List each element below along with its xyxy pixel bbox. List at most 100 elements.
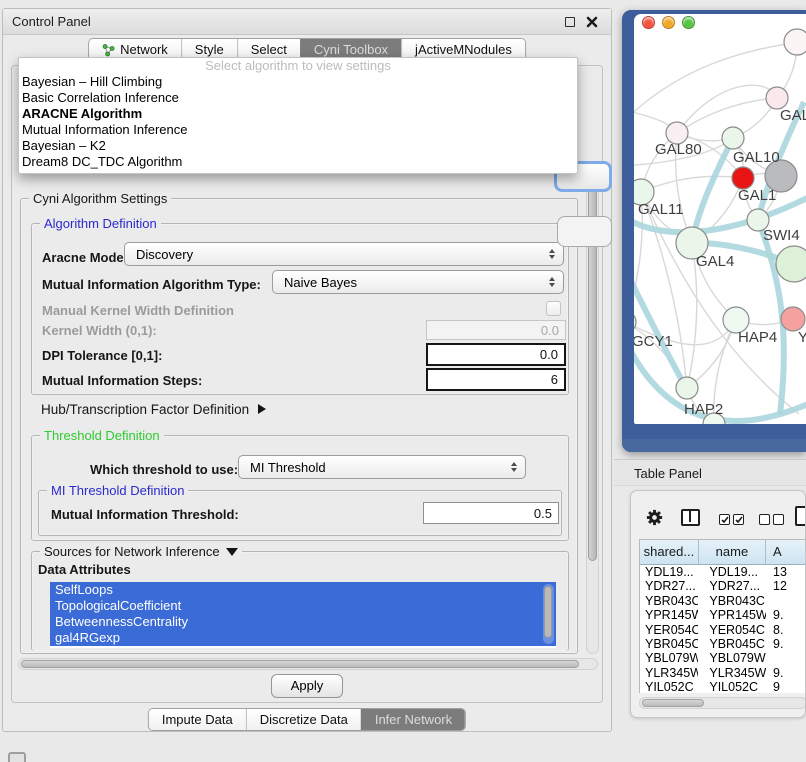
mi-steps-label: Mutual Information Steps: xyxy=(42,373,202,388)
table-row[interactable]: YPR145WYPR145W9. xyxy=(640,608,806,622)
network-node[interactable] xyxy=(781,307,805,331)
network-node[interactable] xyxy=(776,246,806,282)
network-edge[interactable] xyxy=(641,192,687,388)
dpi-tolerance-value: 0.0 xyxy=(540,347,558,362)
node-attribute-table[interactable]: shared... name A YDL19...YDL19...13YDR27… xyxy=(639,539,806,693)
table-row[interactable]: YER054CYER054C8. xyxy=(640,623,806,637)
minimize-window-icon[interactable] xyxy=(662,16,675,29)
list-scrollbar[interactable] xyxy=(543,584,554,644)
attribute-item-selected[interactable]: BetweennessCentrality xyxy=(50,614,556,630)
table-cell: 9. xyxy=(766,608,806,622)
toggle-columns-button[interactable] xyxy=(681,509,700,526)
mi-threshold-field[interactable]: 0.5 xyxy=(423,502,559,524)
algorithm-item[interactable]: Basic Correlation Inference xyxy=(19,90,577,106)
data-attributes-list[interactable]: SelfLoopsTopologicalCoefficientBetweenne… xyxy=(50,582,556,648)
close-window-icon[interactable] xyxy=(642,16,655,29)
desktop: { "colors": { "selection_blue": "#3b6bd6… xyxy=(0,0,806,762)
scrollbar-thumb[interactable] xyxy=(642,699,704,707)
network-node[interactable] xyxy=(676,377,698,399)
table-cell: YBR043C xyxy=(640,594,698,608)
manual-kernel-checkbox[interactable] xyxy=(546,301,561,316)
network-node[interactable] xyxy=(766,87,788,109)
table-settings-button[interactable] xyxy=(645,508,664,532)
table-selection-combo-partial[interactable] xyxy=(557,216,612,247)
network-node[interactable] xyxy=(784,29,806,55)
algorithm-item[interactable]: Bayesian – K2 xyxy=(19,138,577,154)
deselect-all-button[interactable] xyxy=(759,512,787,530)
apply-button[interactable]: Apply xyxy=(271,674,343,698)
mi-steps-field[interactable]: 6 xyxy=(426,368,566,391)
network-canvas[interactable]: GAL80GALGAL10GAL1GAL11SWI4GAL4GCY1HAP4YH… xyxy=(634,14,806,424)
network-edge[interactable] xyxy=(677,85,777,133)
scrollbar-thumb[interactable] xyxy=(21,660,579,668)
network-edge[interactable] xyxy=(634,42,797,126)
network-node[interactable] xyxy=(732,167,754,189)
dpi-tolerance-field[interactable]: 0.0 xyxy=(426,343,566,366)
attribute-item-selected[interactable]: gal4RGexp xyxy=(50,630,556,646)
tab-infer-network[interactable]: Infer Network xyxy=(361,709,465,730)
table-row[interactable]: YBR045CYBR045C9. xyxy=(640,637,806,651)
table-row[interactable]: YDR27...YDR27...12 xyxy=(640,579,806,593)
tab-impute-data[interactable]: Impute Data xyxy=(149,709,246,730)
mi-threshold-value: 0.5 xyxy=(534,506,552,521)
new-table-button[interactable] xyxy=(795,506,806,526)
table-row[interactable]: YBR043CYBR043C xyxy=(640,594,806,608)
table-body: YDL19...YDL19...13YDR27...YDR27...12YBR0… xyxy=(640,565,806,693)
attribute-item-selected[interactable]: SelfLoops xyxy=(50,582,556,598)
select-all-button[interactable] xyxy=(719,512,747,530)
threshold-definition-group: Threshold Definition Which threshold to … xyxy=(31,435,569,541)
algorithm-item[interactable]: ARACNE Algorithm xyxy=(19,106,577,122)
algorithm-item[interactable]: Dream8 DC_TDC Algorithm xyxy=(19,154,577,170)
hub-definition-label: Hub/Transcription Factor Definition xyxy=(41,402,249,417)
algorithm-item[interactable]: Bayesian – Hill Climbing xyxy=(19,74,577,90)
mi-type-value: Naive Bayes xyxy=(284,275,357,290)
table-row[interactable]: YLR345WYLR345W9. xyxy=(640,666,806,680)
list-scrollbar-thumb[interactable] xyxy=(544,586,552,638)
tab-label: Impute Data xyxy=(162,712,233,727)
cyni-algorithm-settings-group: Cyni Algorithm Settings Algorithm Defini… xyxy=(20,198,578,654)
spinner-arrows-icon xyxy=(549,249,555,259)
table-panel-titlebar: Table Panel xyxy=(614,459,806,486)
network-node[interactable] xyxy=(634,311,636,333)
table-cell: 8. xyxy=(766,623,806,637)
group-title[interactable]: Sources for Network Inference xyxy=(40,544,242,559)
table-cell: YLR345W xyxy=(640,666,698,680)
attribute-item-selected[interactable]: TopologicalCoefficient xyxy=(50,598,556,614)
table-row[interactable]: YDL19...YDL19...13 xyxy=(640,565,806,579)
network-edge-strong[interactable] xyxy=(758,220,784,414)
aracne-mode-combo[interactable]: Discovery xyxy=(124,242,564,266)
which-threshold-combo[interactable]: MI Threshold xyxy=(238,455,526,479)
float-panel-icon[interactable] xyxy=(565,17,575,27)
table-cell: YPR145W xyxy=(640,608,698,622)
kernel-width-field[interactable]: 0.0 xyxy=(426,320,566,340)
network-node-label: HAP4 xyxy=(738,329,777,346)
table-cell: YBR045C xyxy=(698,637,766,651)
network-view-window: GAL80GALGAL10GAL1GAL11SWI4GAL4GCY1HAP4YH… xyxy=(622,10,806,452)
dpi-tolerance-label: DPI Tolerance [0,1]: xyxy=(42,348,162,363)
minimized-panel-icon[interactable] xyxy=(8,752,26,762)
column-header-name[interactable]: name xyxy=(699,540,766,564)
table-row[interactable]: YBL079WYBL079W xyxy=(640,651,806,665)
network-edge[interactable] xyxy=(641,176,743,192)
table-panel: shared... name A YDL19...YDL19...13YDR27… xyxy=(630,490,806,718)
settings-horizontal-scrollbar[interactable] xyxy=(18,658,598,670)
table-row[interactable]: YIL052CYIL052C9 xyxy=(640,680,806,693)
unchecked-box-icon xyxy=(773,514,784,525)
column-header-shared-name[interactable]: shared... xyxy=(640,540,699,564)
tab-discretize-data[interactable]: Discretize Data xyxy=(246,709,361,730)
network-graph[interactable]: GAL80GALGAL10GAL1GAL11SWI4GAL4GCY1HAP4YH… xyxy=(634,14,806,424)
column-header-partial[interactable]: A xyxy=(766,540,806,564)
mi-type-combo[interactable]: Naive Bayes xyxy=(272,270,564,294)
table-horizontal-scrollbar[interactable] xyxy=(639,697,806,709)
hub-definition-toggle[interactable]: Hub/Transcription Factor Definition xyxy=(41,402,266,417)
checked-box-icon xyxy=(719,514,730,525)
spinner-arrows-icon xyxy=(549,277,555,287)
table-cell xyxy=(766,651,806,665)
aracne-mode-value: Discovery xyxy=(136,247,193,262)
which-threshold-value: MI Threshold xyxy=(250,460,326,475)
algorithm-item[interactable]: Mutual Information Inference xyxy=(19,122,577,138)
zoom-window-icon[interactable] xyxy=(682,16,695,29)
tab-label: Cyni Toolbox xyxy=(314,42,388,57)
network-node[interactable] xyxy=(722,127,744,149)
close-panel-icon[interactable] xyxy=(586,16,598,28)
